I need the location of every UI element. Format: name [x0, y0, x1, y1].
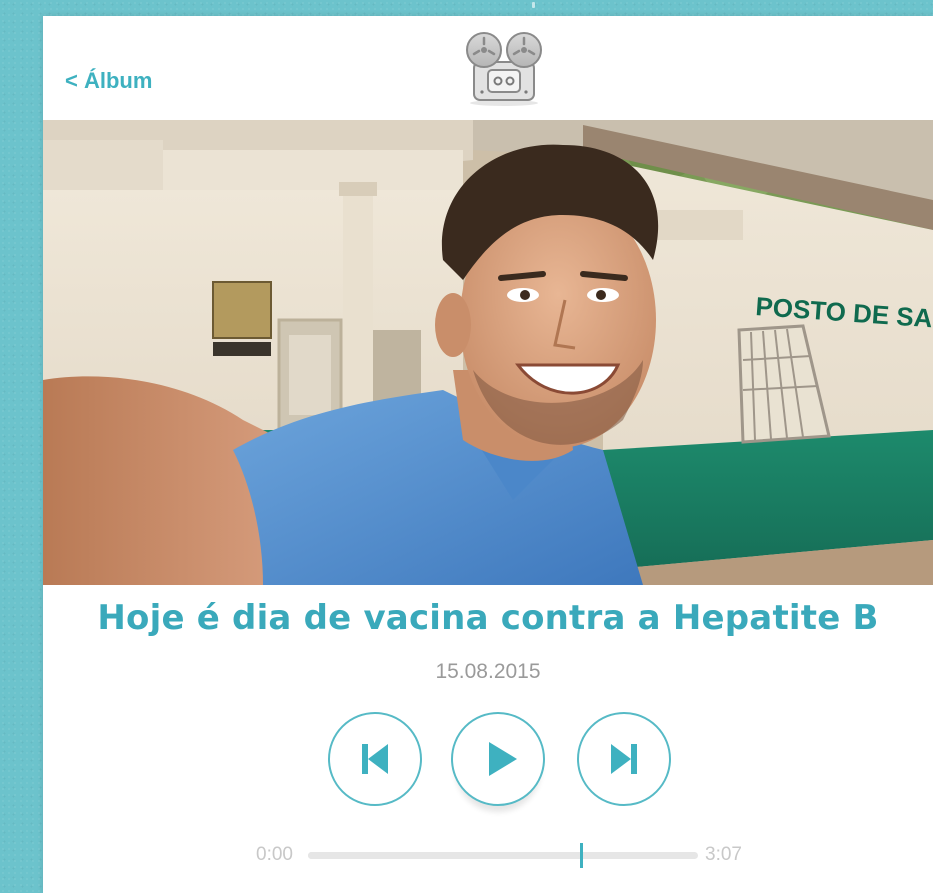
progress-thumb[interactable] — [580, 843, 583, 868]
progress-bar[interactable] — [308, 843, 698, 868]
current-time: 0:00 — [256, 844, 293, 865]
film-projector-icon — [466, 32, 542, 106]
hero-photo: POSTO DE SAÚDE — [43, 120, 933, 585]
top-indicator — [532, 2, 535, 8]
app-frame: < Álbum POSTO DE SAÚDE Hoje é dia de vac… — [43, 16, 933, 893]
progress-fill — [308, 852, 581, 859]
next-button[interactable] — [577, 712, 671, 806]
track-date: 15.08.2015 — [435, 660, 541, 683]
skip-next-icon — [611, 744, 637, 774]
previous-button[interactable] — [328, 712, 422, 806]
header: < Álbum — [43, 16, 933, 120]
skip-previous-icon — [362, 744, 388, 774]
selfie-photo: POSTO DE SAÚDE — [43, 120, 933, 585]
track-title: Hoje é dia de vacina contra a Hepatite B — [97, 598, 879, 638]
play-button[interactable] — [451, 712, 545, 806]
total-time: 3:07 — [705, 844, 742, 865]
back-to-album-link[interactable]: < Álbum — [65, 68, 152, 94]
play-icon — [489, 742, 517, 776]
